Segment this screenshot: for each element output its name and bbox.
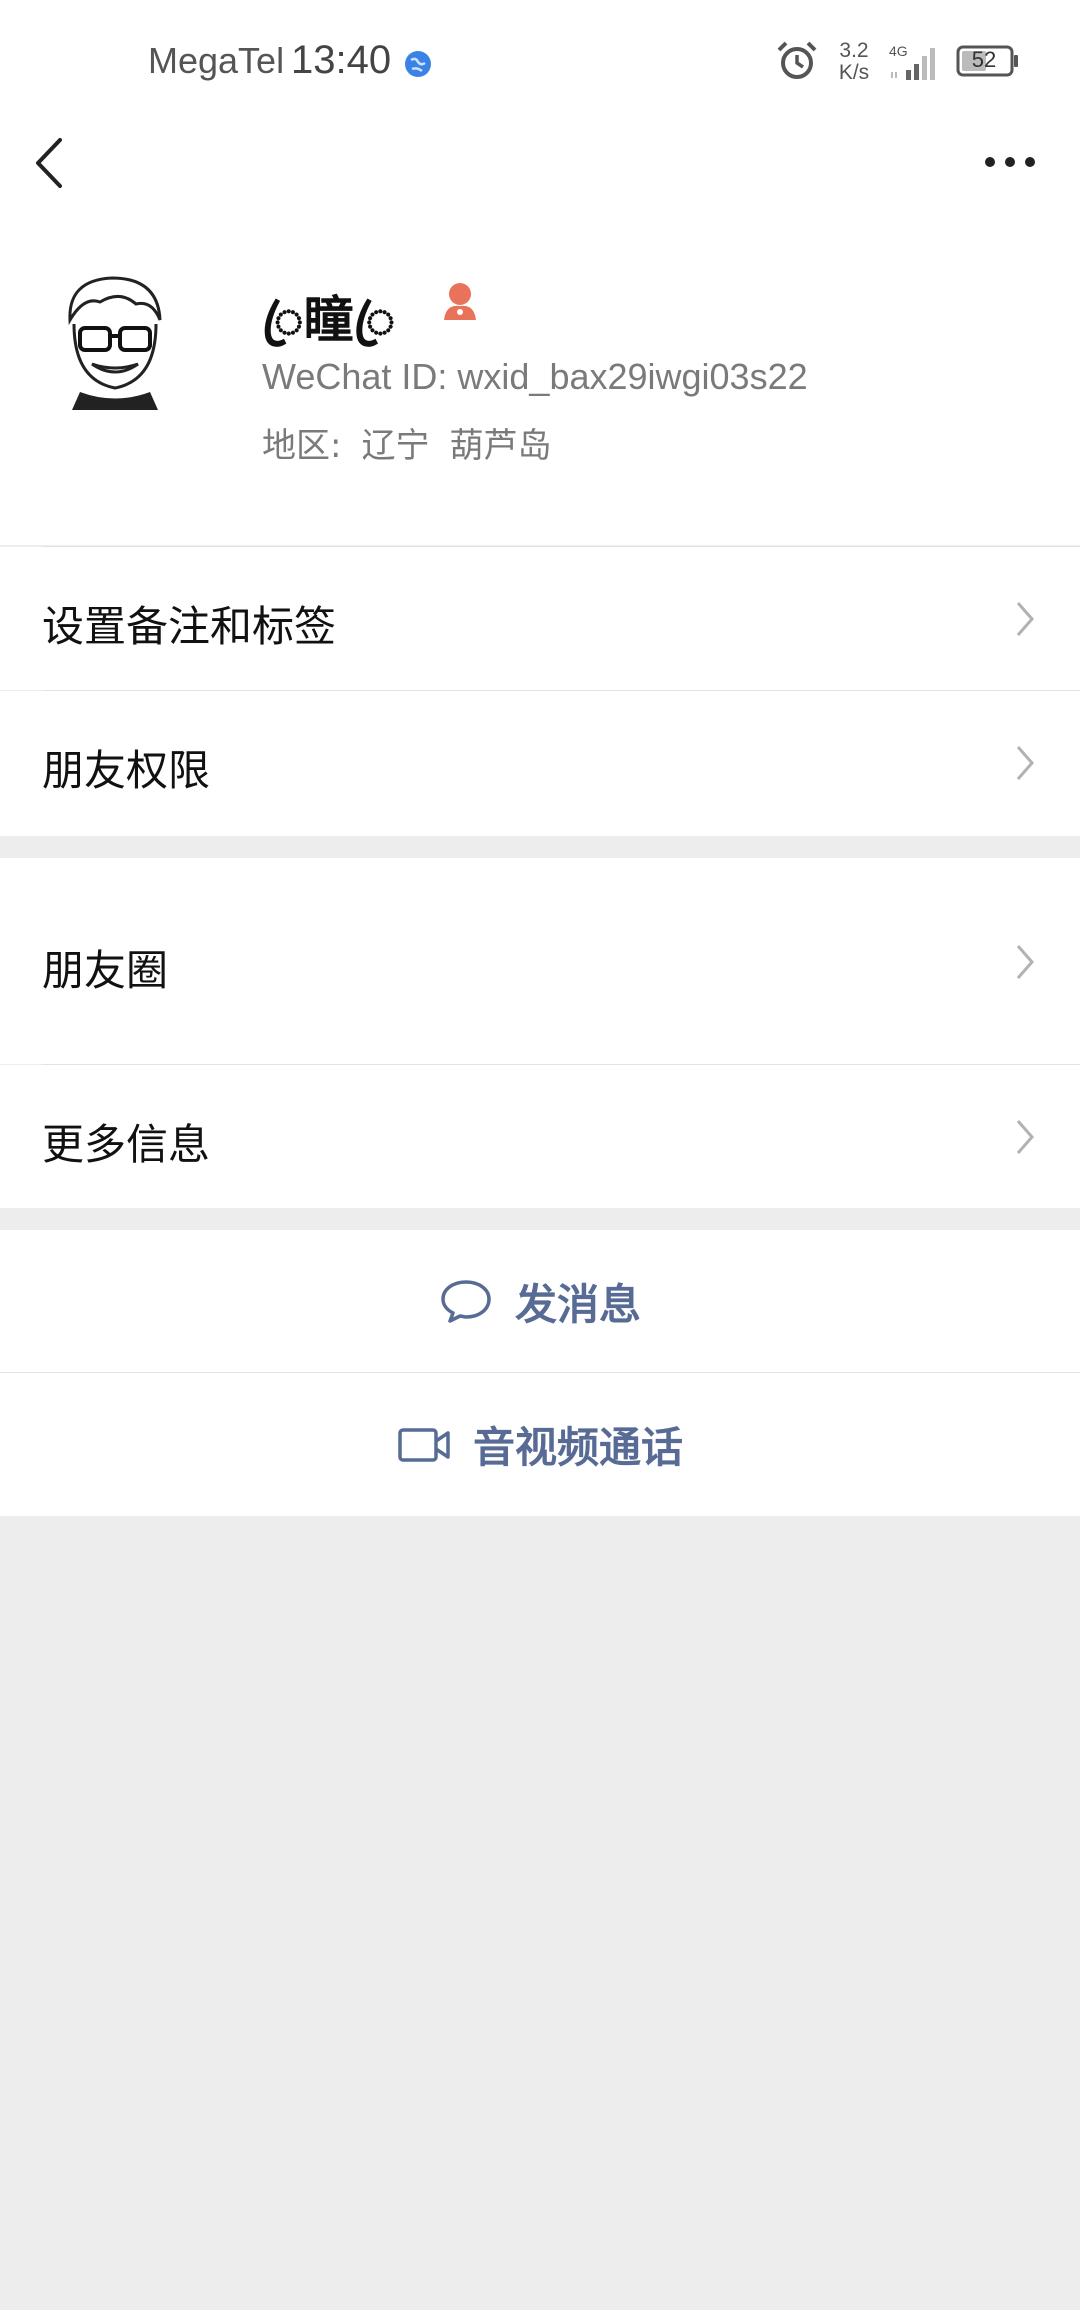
- profile-header: ꦿ瞳ꦿ WeChat ID: wxid_bax29iwgi03s22 地区: 辽宁…: [0, 220, 1080, 545]
- region-city: 葫芦岛: [449, 426, 552, 466]
- menu-row-moments[interactable]: 朋友圈: [0, 858, 1080, 1064]
- network-speed: 3.2 K/s: [834, 40, 874, 84]
- region-label: 地区:: [262, 426, 342, 466]
- network-speed-value: 3.2: [839, 39, 869, 62]
- section-gap: [0, 1208, 1080, 1230]
- region-province: 辽宁: [361, 426, 430, 466]
- chevron-right-icon: [1016, 945, 1034, 979]
- region-info: 地区: 辽宁 葫芦岛: [262, 418, 571, 467]
- alarm-clock-icon: [777, 41, 817, 79]
- menu-row-label: 设置备注和标签: [42, 602, 337, 651]
- video-call-label: 音视频通话: [472, 1423, 683, 1472]
- network-type-label: 4G: [889, 43, 908, 59]
- menu-row-label: 朋友权限: [42, 746, 211, 795]
- battery-level: 52: [971, 47, 997, 72]
- chevron-right-icon: [1016, 746, 1034, 780]
- cellular-signal-icon: 4G: [889, 43, 935, 80]
- network-speed-unit: K/s: [838, 61, 870, 84]
- send-message-button[interactable]: 发消息: [0, 1230, 1080, 1372]
- status-bar: MegaTel 13:40 3.2 K/s 4G 52: [0, 0, 1080, 126]
- carrier-name: MegaTel: [148, 40, 285, 81]
- send-message-label: 发消息: [514, 1279, 641, 1329]
- status-clock: 13:40: [291, 38, 392, 82]
- menu-row-remark-tags[interactable]: 设置备注和标签: [0, 547, 1080, 690]
- chevron-right-icon: [1016, 1120, 1034, 1154]
- female-gender-icon: [444, 283, 476, 320]
- avatar[interactable]: [40, 260, 190, 410]
- wechat-id: WeChat ID: wxid_bax29iwgi03s22: [262, 356, 808, 397]
- video-call-button[interactable]: 音视频通话: [0, 1373, 1080, 1516]
- chevron-right-icon: [1016, 602, 1034, 636]
- menu-row-more-info[interactable]: 更多信息: [0, 1065, 1080, 1208]
- video-camera-icon: [398, 1427, 450, 1462]
- section-gap: [0, 836, 1080, 858]
- menu-row-label: 更多信息: [42, 1120, 211, 1169]
- chat-bubble-icon: [441, 1280, 491, 1323]
- menu-row-label: 朋友圈: [42, 946, 169, 995]
- globe-icon: [405, 51, 431, 77]
- back-arrow-icon[interactable]: [30, 134, 70, 192]
- menu-row-friend-permissions[interactable]: 朋友权限: [0, 691, 1080, 836]
- more-options-icon[interactable]: [982, 150, 1038, 174]
